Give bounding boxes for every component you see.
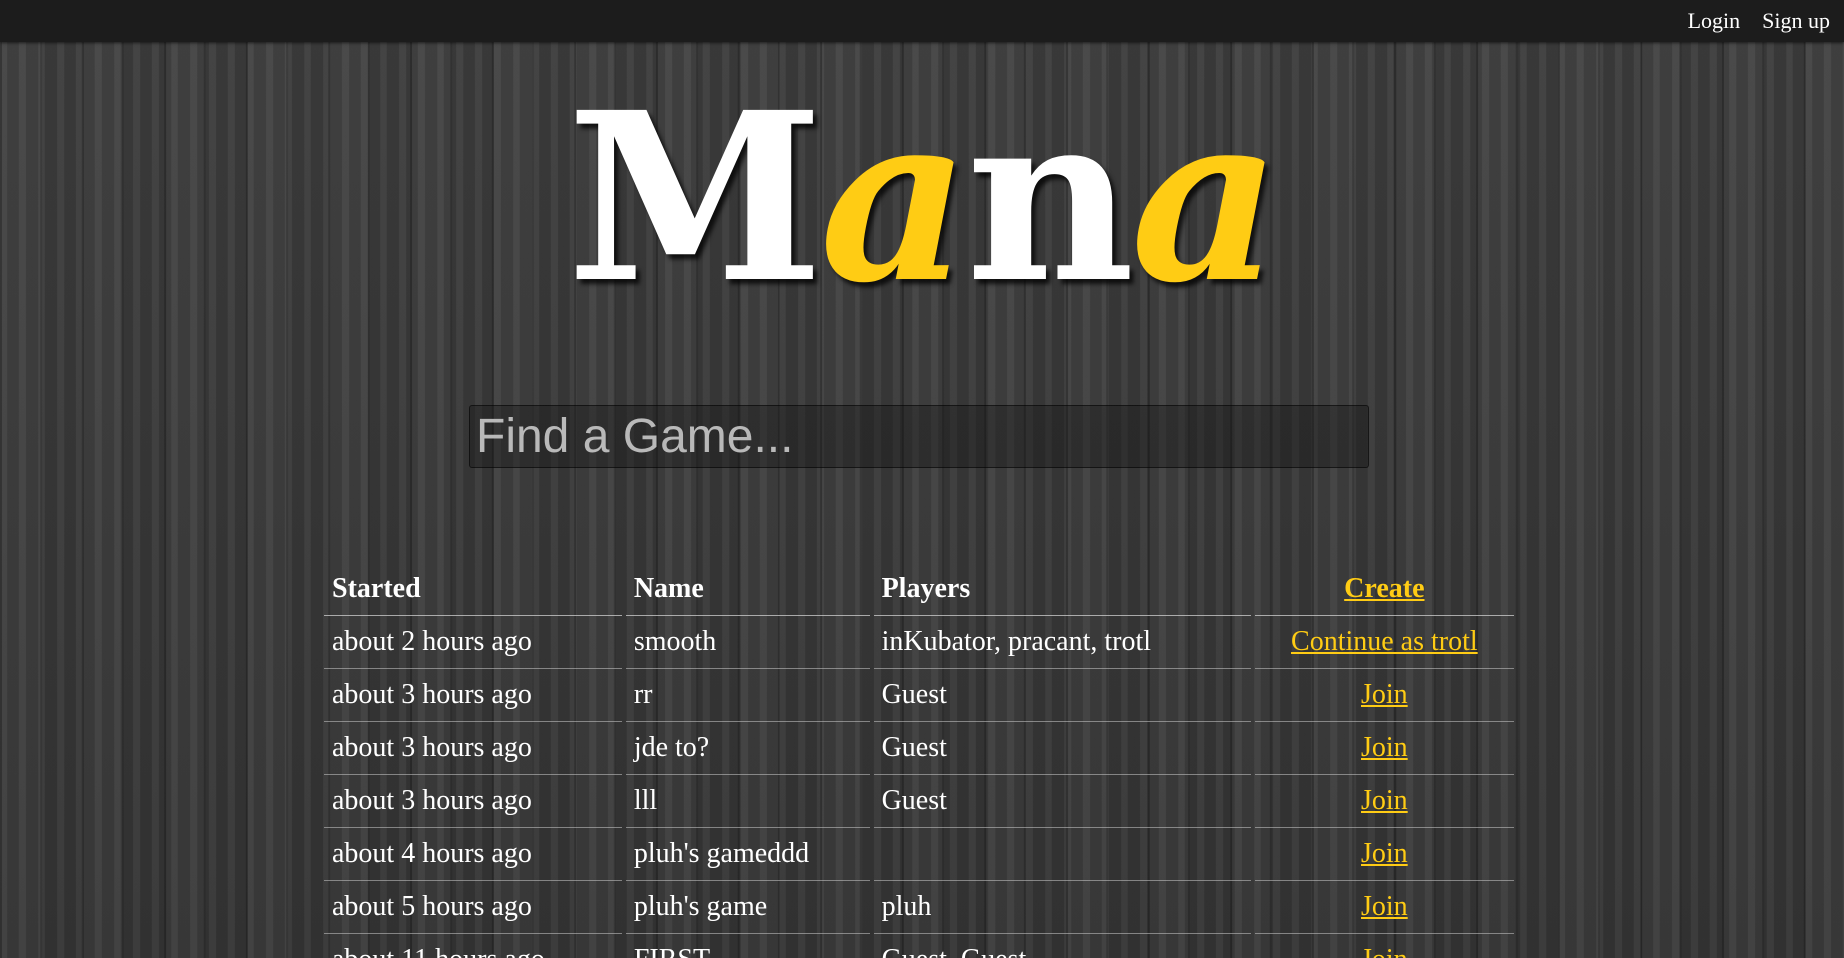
cell-started: about 2 hours ago <box>324 616 622 669</box>
logo-letter-3: n <box>966 61 1135 334</box>
logo-letter-1: M <box>566 61 824 334</box>
cell-players: inKubator, pracant, trotl <box>873 616 1251 669</box>
table-row: about 3 hours ago jde to? Guest Join <box>324 722 1514 775</box>
games-table: Started Name Players Create about 2 hour… <box>320 563 1518 958</box>
cell-action: Join <box>1254 669 1514 722</box>
create-game-link[interactable]: Create <box>1344 573 1424 604</box>
logo-letter-4: a <box>1130 61 1281 334</box>
cell-action: Join <box>1254 828 1514 881</box>
find-game-search-input[interactable] <box>469 405 1369 468</box>
cell-started: about 3 hours ago <box>324 669 622 722</box>
cell-started: about 11 hours ago <box>324 934 622 958</box>
table-header-row: Started Name Players Create <box>324 563 1514 616</box>
table-row: about 11 hours ago FIRST Guest, Guest Jo… <box>324 934 1514 958</box>
search-container <box>469 405 1369 468</box>
games-table-body: about 2 hours ago smooth inKubator, prac… <box>324 616 1514 958</box>
table-row: about 4 hours ago pluh's gameddd Join <box>324 828 1514 881</box>
cell-name: pluh's game <box>625 881 870 934</box>
join-game-link[interactable]: Join <box>1361 838 1408 869</box>
cell-players: Guest <box>873 722 1251 775</box>
cell-action: Join <box>1254 775 1514 828</box>
cell-players <box>873 828 1251 881</box>
cell-players: pluh <box>873 881 1251 934</box>
cell-started: about 4 hours ago <box>324 828 622 881</box>
cell-started: about 5 hours ago <box>324 881 622 934</box>
join-game-link[interactable]: Join <box>1361 785 1408 816</box>
join-game-link[interactable]: Join <box>1361 679 1408 710</box>
join-game-link[interactable]: Join <box>1361 944 1408 958</box>
header-create: Create <box>1254 563 1514 616</box>
cell-action: Join <box>1254 722 1514 775</box>
table-row: about 3 hours ago rr Guest Join <box>324 669 1514 722</box>
cell-action: Join <box>1254 881 1514 934</box>
cell-players: Guest <box>873 669 1251 722</box>
login-link[interactable]: Login <box>1688 8 1741 34</box>
table-row: about 5 hours ago pluh's game pluh Join <box>324 881 1514 934</box>
table-row: about 2 hours ago smooth inKubator, prac… <box>324 616 1514 669</box>
cell-players: Guest <box>873 775 1251 828</box>
cell-players: Guest, Guest <box>874 934 1251 958</box>
cell-started: about 3 hours ago <box>324 775 622 828</box>
header-players: Players <box>873 563 1251 616</box>
cell-name: FIRST <box>626 934 870 958</box>
cell-name: smooth <box>625 616 870 669</box>
table-row: about 3 hours ago lll Guest Join <box>324 775 1514 828</box>
signup-link[interactable]: Sign up <box>1762 8 1830 34</box>
logo-letter-2: a <box>819 61 970 334</box>
mana-logo: Mana <box>0 82 1844 314</box>
cell-name: rr <box>625 669 870 722</box>
cell-name: lll <box>625 775 870 828</box>
join-game-link[interactable]: Join <box>1361 732 1408 763</box>
header-name: Name <box>625 563 870 616</box>
cell-started: about 3 hours ago <box>324 722 622 775</box>
top-navbar: Login Sign up <box>0 0 1844 42</box>
cell-action: Continue as trotl <box>1254 616 1514 669</box>
cell-name: jde to? <box>625 722 870 775</box>
cell-action: Join <box>1255 934 1514 958</box>
continue-game-link[interactable]: Continue as trotl <box>1291 626 1478 657</box>
header-started: Started <box>324 563 622 616</box>
auth-links: Login Sign up <box>1688 0 1844 42</box>
join-game-link[interactable]: Join <box>1361 891 1408 922</box>
cell-name: pluh's gameddd <box>625 828 870 881</box>
